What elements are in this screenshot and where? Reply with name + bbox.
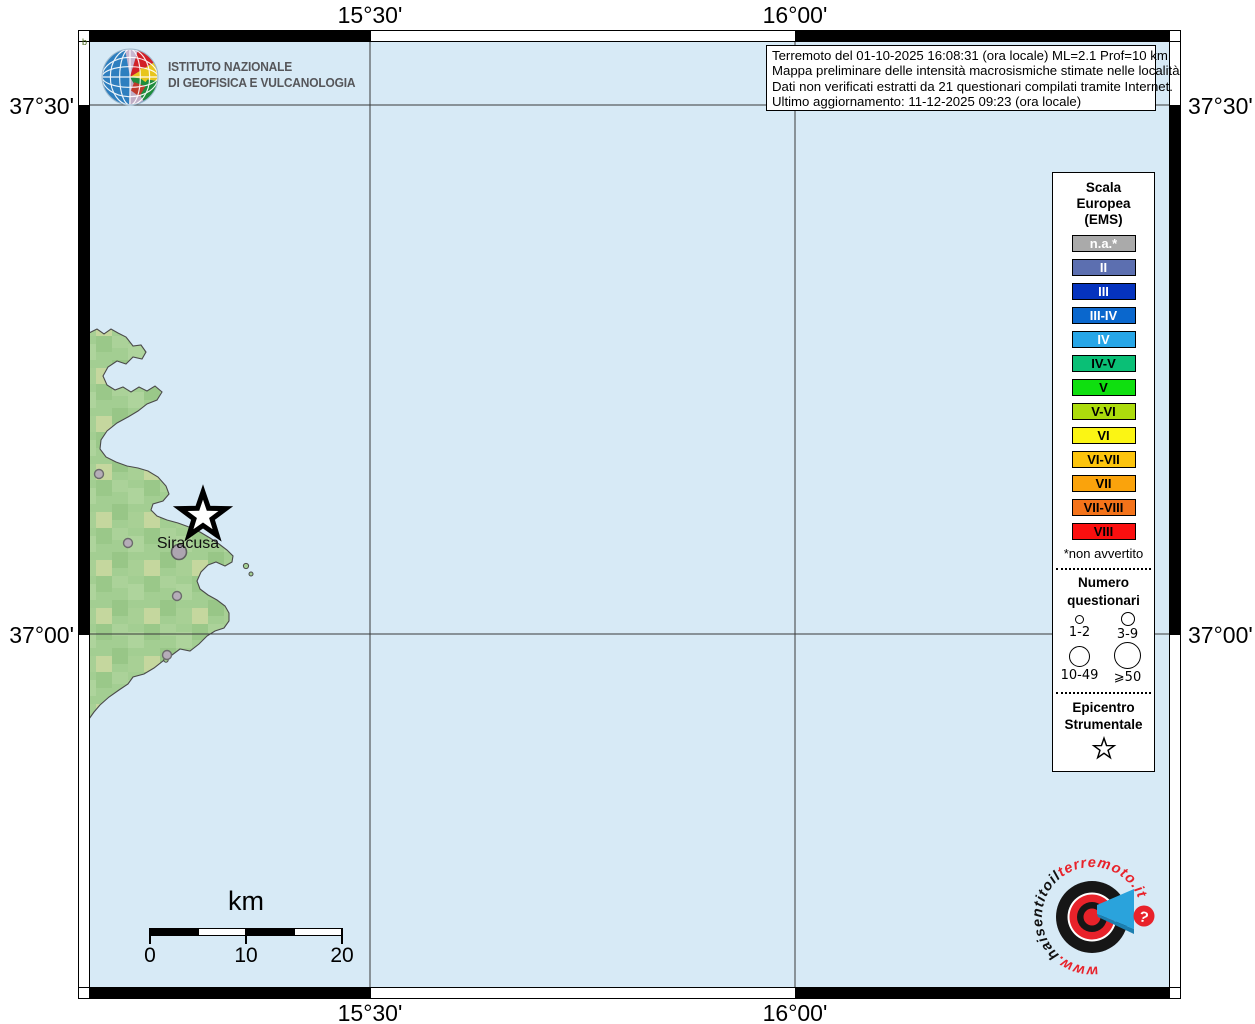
legend-title-line3: (EMS) (1053, 212, 1154, 228)
legend-item-vi: VI (1072, 427, 1136, 444)
ingv-name-line1: ISTITUTO NAZIONALE (168, 59, 355, 75)
frame-right-segment (1169, 634, 1181, 988)
lon-label-bottom-1530: 15°30' (315, 1000, 425, 1024)
size-label: 10-49 (1061, 668, 1099, 683)
size-circle-small (1075, 615, 1084, 624)
ingv-name-line2: DI GEOFISICA E VULCANOLOGIA (168, 75, 355, 91)
frame-bottom-segment (89, 987, 371, 999)
legend-panel: Scala Europea (EMS) n.a.* II III III-IV … (1052, 172, 1155, 772)
frame-top-segment (370, 30, 796, 42)
ingv-globe-logo (100, 47, 160, 107)
questionnaire-size-3-9: 3-9 (1104, 615, 1152, 642)
scalebar-num-0: 0 (120, 944, 180, 968)
scalebar-segment (150, 928, 199, 936)
scalebar-segment (246, 928, 295, 936)
lat-label-left-3700: 37°00' (2, 622, 74, 649)
legend-footnote: *non avvertito (1053, 546, 1154, 561)
legend-title-line2: Europea (1053, 196, 1154, 212)
scalebar-unit: km (196, 886, 296, 917)
questionnaire-size-10-49: 10-49 (1056, 646, 1104, 685)
corner-artifact-glyph: b (82, 37, 87, 47)
scalebar-num-10: 10 (216, 944, 276, 968)
questionnaire-title-line1: Numero (1053, 575, 1154, 591)
frame-bottom-segment (370, 987, 796, 999)
lat-label-right-3730: 37°30' (1188, 93, 1253, 120)
watermark-www: www. (1052, 952, 1098, 979)
scalebar-tick (149, 928, 151, 944)
scalebar-num-20: 20 (312, 944, 372, 968)
lon-label-top-1600: 16°00' (740, 2, 850, 29)
lat-label-right-3700: 37°00' (1188, 622, 1253, 649)
legend-item-vii: VII (1072, 475, 1136, 492)
earthquake-info-box: Terremoto del 01-10-2025 16:08:31 (ora l… (766, 45, 1156, 111)
frame-top-segment (89, 30, 371, 42)
legend-item-iv-v: IV-V (1072, 355, 1136, 372)
frame-corner-bottomright (1169, 987, 1181, 999)
questionnaire-title: Numero questionari (1053, 575, 1154, 609)
scalebar-tick (245, 928, 247, 944)
info-line-map-desc: Mappa preliminare delle intensità macros… (772, 63, 1150, 78)
legend-item-ii: II (1072, 259, 1136, 276)
lon-label-top-1530: 15°30' (315, 2, 425, 29)
questionnaire-size-key: 1-2 3-9 10-49 ⩾50 (1056, 611, 1152, 685)
scalebar-segment (294, 928, 343, 936)
epicenter-title-line2: Strumentale (1053, 717, 1154, 733)
lon-label-bottom-1600: 16°00' (740, 1000, 850, 1024)
legend-item-na: n.a.* (1072, 235, 1136, 252)
info-line-updated: Ultimo aggiornamento: 11-12-2025 09:23 (… (772, 94, 1150, 109)
ingv-branding: ISTITUTO NAZIONALE DI GEOFISICA E VULCAN… (100, 47, 420, 107)
legend-title-line1: Scala (1053, 180, 1154, 196)
legend-item-vii-viii: VII-VIII (1072, 499, 1136, 516)
legend-item-iii: III (1072, 283, 1136, 300)
locality-marker (173, 592, 182, 601)
size-circle-medium (1121, 612, 1135, 626)
size-label: 3-9 (1117, 627, 1138, 642)
locality-marker (95, 470, 104, 479)
legend-title: Scala Europea (EMS) (1053, 180, 1154, 228)
islet (243, 563, 248, 568)
map-content: Siracusa ? www.haisentitoilterremoto.it (89, 41, 1170, 988)
frame-bottom-segment (795, 987, 1170, 999)
legend-item-v-vi: V-VI (1072, 403, 1136, 420)
scalebar-segment (198, 928, 247, 936)
epicenter-key-star (1089, 736, 1119, 764)
size-label: 1-2 (1069, 625, 1090, 640)
legend-separator (1056, 568, 1151, 570)
epicenter-title-line1: Epicentro (1053, 700, 1154, 716)
haisentitoilterremoto-logo: ? www.haisentitoilterremoto.it (1030, 855, 1155, 979)
lat-label-left-3730: 37°30' (2, 93, 74, 120)
locality-marker (124, 539, 133, 548)
legend-item-viii: VIII (1072, 523, 1136, 540)
info-line-event: Terremoto del 01-10-2025 16:08:31 (ora l… (772, 48, 1150, 63)
legend-item-iv: IV (1072, 331, 1136, 348)
legend-item-v: V (1072, 379, 1136, 396)
islet (249, 572, 253, 576)
size-label: ⩾50 (1114, 670, 1141, 685)
frame-top-segment (795, 30, 1170, 42)
frame-left-segment (78, 105, 90, 635)
size-circle-large (1069, 646, 1090, 667)
legend-item-iii-iv: III-IV (1072, 307, 1136, 324)
questionnaire-size-50plus: ⩾50 (1104, 646, 1152, 685)
frame-left-segment (78, 634, 90, 988)
map-sheet: 15°30' 16°00' 15°30' 16°00' 37°30' 37°00… (0, 0, 1255, 1024)
info-line-data-source: Dati non verificati estratti da 21 quest… (772, 79, 1150, 94)
questionnaire-title-line2: questionari (1053, 593, 1154, 609)
ingv-name: ISTITUTO NAZIONALE DI GEOFISICA E VULCAN… (168, 59, 355, 90)
legend-separator (1056, 692, 1151, 694)
scalebar-tick (341, 928, 343, 944)
questionnaire-size-1-2: 1-2 (1056, 615, 1104, 642)
epicenter-key-title: Epicentro Strumentale (1053, 700, 1154, 733)
frame-left-segment (78, 41, 90, 106)
legend-item-vi-vii: VI-VII (1072, 451, 1136, 468)
locality-marker (163, 651, 172, 660)
size-circle-xlarge (1114, 642, 1141, 669)
frame-right-segment (1169, 105, 1181, 635)
